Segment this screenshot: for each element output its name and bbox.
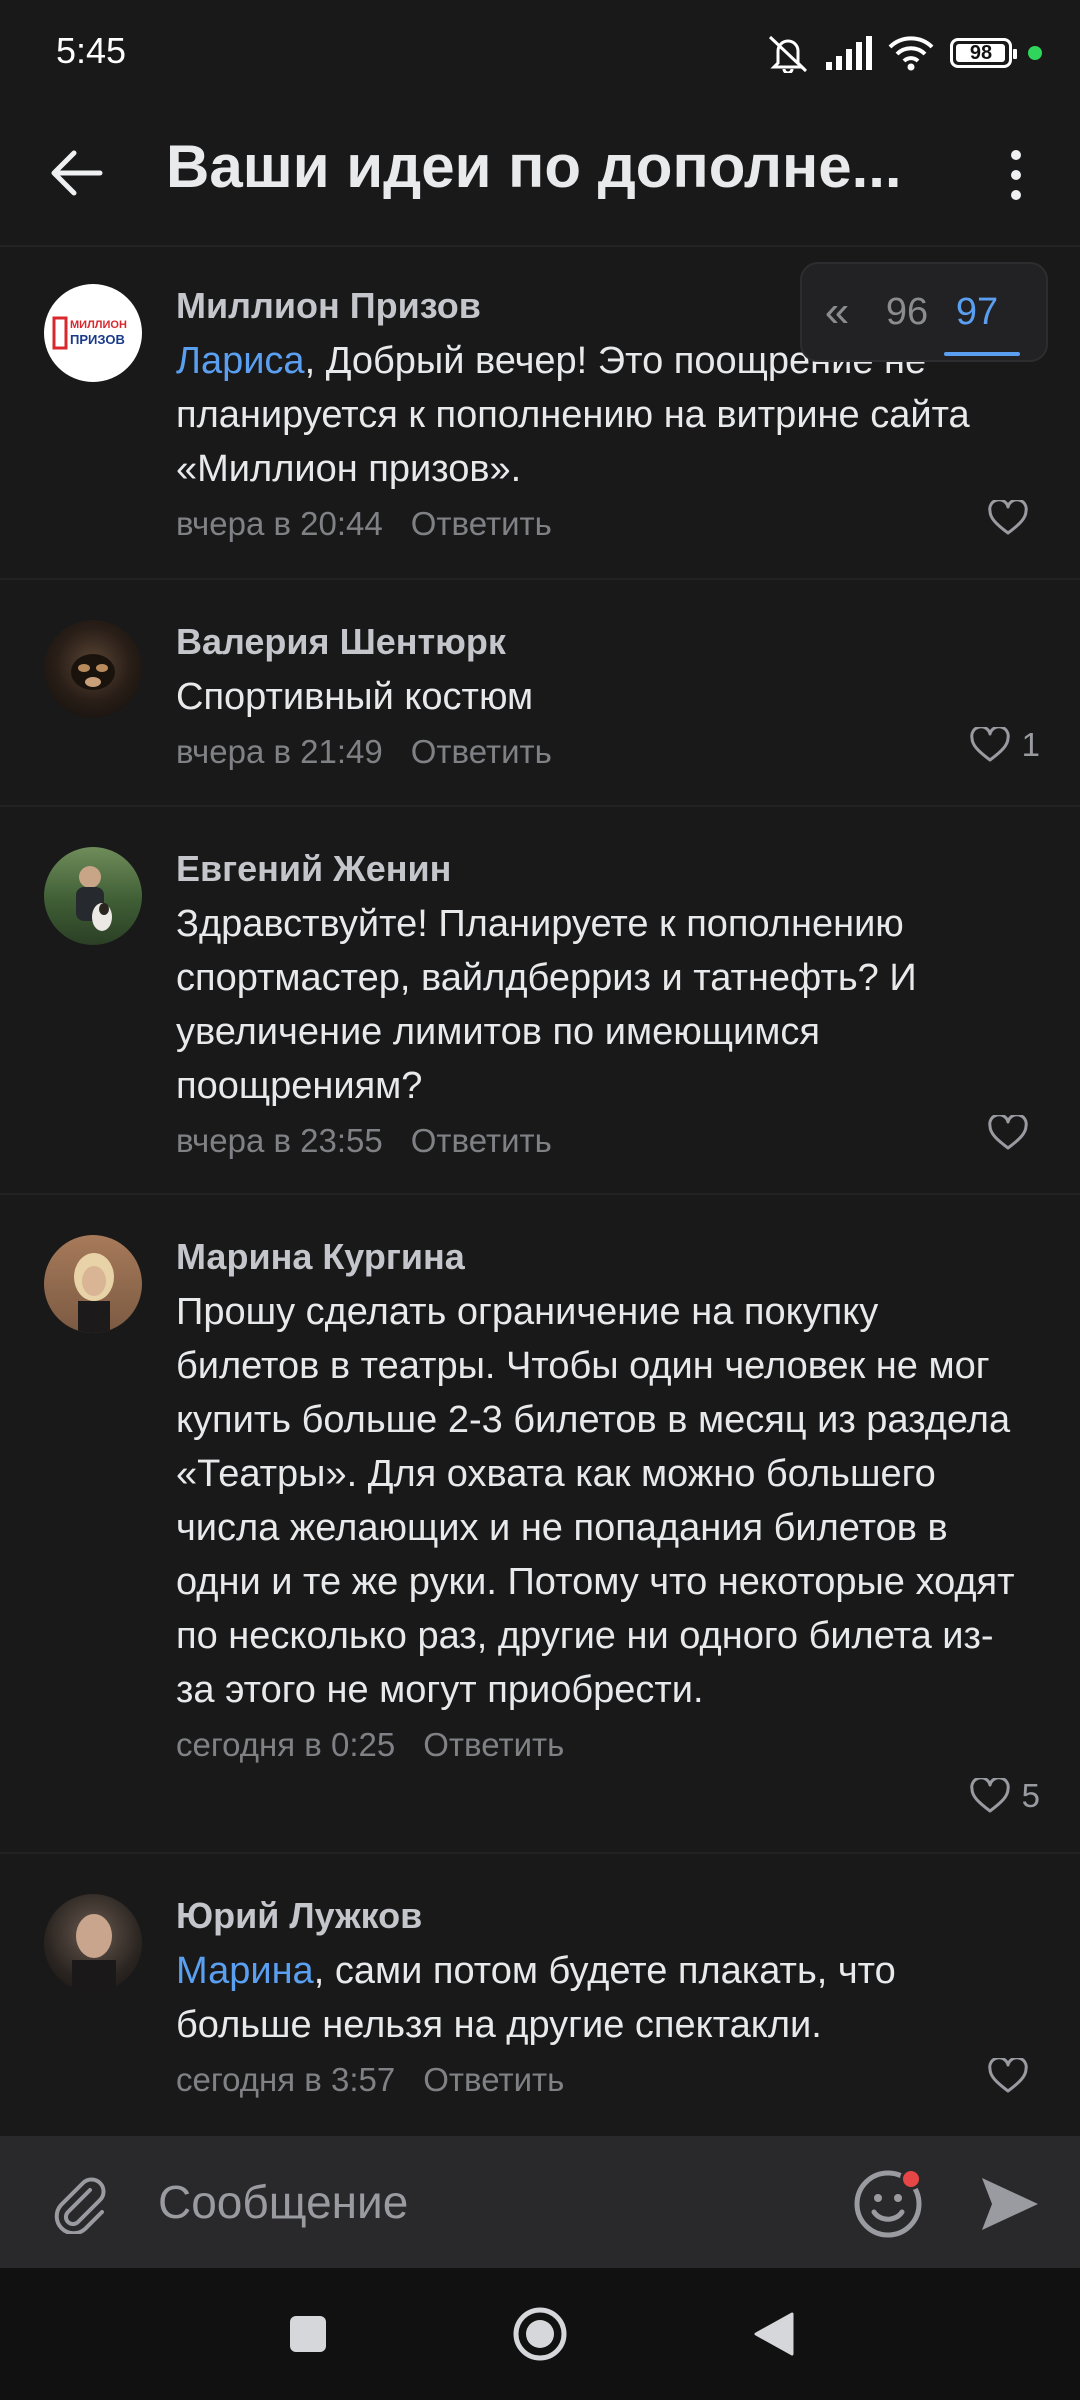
avatar[interactable] xyxy=(44,1235,142,1333)
vertical-dots-icon xyxy=(1011,150,1021,200)
page-title: Ваши идеи по дополне... xyxy=(166,133,902,200)
message-input[interactable]: Сообщение xyxy=(158,2166,818,2238)
avatar[interactable] xyxy=(44,620,142,718)
comment-meta: вчера в 20:44 Ответить xyxy=(176,502,1036,546)
mention-link[interactable]: Лариса xyxy=(176,340,305,382)
reply-button[interactable]: Ответить xyxy=(411,733,552,770)
comment-time: вчера в 20:44 xyxy=(176,505,383,542)
avatar[interactable]: МИЛЛИОН ПРИЗОВ xyxy=(44,284,142,382)
svg-text:МИЛЛИОН: МИЛЛИОН xyxy=(70,319,127,331)
comment-time: сегодня в 3:57 xyxy=(176,2061,396,2098)
attach-button[interactable] xyxy=(44,2166,116,2238)
mute-bell-icon xyxy=(768,35,808,73)
triangle-back-icon xyxy=(754,2312,794,2356)
divider xyxy=(0,578,1080,580)
send-arrow-icon xyxy=(982,2178,1038,2230)
home-button[interactable] xyxy=(508,2302,572,2366)
comment-meta: вчера в 23:55 Ответить xyxy=(176,1119,1036,1163)
divider xyxy=(0,1193,1080,1195)
divider xyxy=(0,1852,1080,1854)
like-button[interactable] xyxy=(988,1115,1040,1151)
reply-button[interactable]: Ответить xyxy=(423,2061,564,2098)
back-nav-button[interactable] xyxy=(742,2302,806,2366)
emoji-button[interactable] xyxy=(850,2166,926,2242)
comment-author[interactable]: Евгений Женин xyxy=(176,847,1036,891)
svg-text:ПРИЗОВ: ПРИЗОВ xyxy=(70,332,125,347)
divider xyxy=(0,805,1080,807)
heart-outline-icon xyxy=(988,500,1028,535)
user-photo xyxy=(72,1914,116,1992)
comment-time: сегодня в 0:25 xyxy=(176,1726,396,1763)
page-navigator: « 96 97 xyxy=(800,262,1048,362)
heart-outline-icon xyxy=(969,727,1010,762)
comment-meta: вчера в 21:49 Ответить xyxy=(176,730,1036,774)
mention-link[interactable]: Марина xyxy=(176,1950,314,1992)
system-navigation-bar xyxy=(0,2268,1080,2400)
paperclip-icon xyxy=(54,2177,106,2234)
like-button[interactable]: 5 xyxy=(969,1777,1040,1815)
circle-home-icon xyxy=(513,2307,567,2361)
comment-text: Марина, сами потом будете плакать, что б… xyxy=(176,1950,896,2046)
like-button[interactable] xyxy=(988,500,1040,536)
comment-item: Марина Кургина Прошу сделать ограничение… xyxy=(0,1213,1080,1815)
send-button[interactable] xyxy=(974,2168,1046,2240)
million-prizes-logo: МИЛЛИОН ПРИЗОВ xyxy=(52,316,127,350)
arrow-left-icon xyxy=(51,150,103,196)
comment-author[interactable]: Валерия Шентюрк xyxy=(176,620,1036,664)
recent-apps-button[interactable] xyxy=(276,2302,340,2366)
user-photo xyxy=(76,866,112,931)
status-bar: 5:45 98 xyxy=(0,0,1080,105)
comment-time: вчера в 21:49 xyxy=(176,733,383,770)
first-page-button[interactable]: « xyxy=(802,287,872,337)
notification-badge xyxy=(900,2168,922,2190)
square-icon xyxy=(290,2316,326,2352)
comment-author[interactable]: Юрий Лужков xyxy=(176,1894,1036,1938)
battery-indicator: 98 xyxy=(950,38,1017,68)
comment-time: вчера в 23:55 xyxy=(176,1122,383,1159)
heart-outline-icon xyxy=(988,2058,1028,2093)
comment-text: Спортивный костюм xyxy=(176,676,534,718)
avatar[interactable] xyxy=(44,847,142,945)
top-app-bar: Ваши идеи по дополне... xyxy=(0,105,1080,247)
heart-outline-icon xyxy=(969,1778,1010,1813)
back-button[interactable] xyxy=(36,133,116,213)
comment-meta: сегодня в 3:57 Ответить xyxy=(176,2058,1036,2102)
reply-button[interactable]: Ответить xyxy=(423,1726,564,1763)
comment-item: Валерия Шентюрк Спортивный костюм вчера … xyxy=(0,598,1080,798)
comment-meta: сегодня в 0:25 Ответить xyxy=(176,1723,1036,1767)
reply-button[interactable]: Ответить xyxy=(411,505,552,542)
comment-author[interactable]: Марина Кургина xyxy=(176,1235,1036,1279)
avatar[interactable] xyxy=(44,1894,142,1992)
like-count: 5 xyxy=(1021,1777,1040,1814)
like-button[interactable]: 1 xyxy=(969,726,1040,764)
wifi-icon xyxy=(888,36,934,71)
active-indicator-dot xyxy=(1028,46,1042,60)
more-options-button[interactable] xyxy=(976,135,1056,215)
comment-text: Прошу сделать ограничение на покупку бил… xyxy=(176,1291,1015,1711)
heart-outline-icon xyxy=(988,1115,1028,1150)
status-icons: 98 xyxy=(766,28,1042,78)
user-photo xyxy=(74,1253,114,1333)
like-button[interactable] xyxy=(988,2058,1040,2094)
status-time: 5:45 xyxy=(56,30,127,71)
comment-item: Евгений Женин Здравствуйте! Планируете к… xyxy=(0,825,1080,1159)
battery-level: 98 xyxy=(969,41,993,64)
comment-text: Здравствуйте! Планируете к пополнению сп… xyxy=(176,903,917,1107)
user-photo xyxy=(71,654,115,690)
message-composer: Сообщение xyxy=(0,2136,1080,2268)
signal-icon xyxy=(826,36,872,70)
page-97-button[interactable]: 97 xyxy=(942,291,1020,356)
reply-button[interactable]: Ответить xyxy=(411,1122,552,1159)
comment-item: Юрий Лужков Марина, сами потом будете пл… xyxy=(0,1872,1080,2122)
page-96-button[interactable]: 96 xyxy=(872,291,942,334)
like-count: 1 xyxy=(1021,726,1040,763)
